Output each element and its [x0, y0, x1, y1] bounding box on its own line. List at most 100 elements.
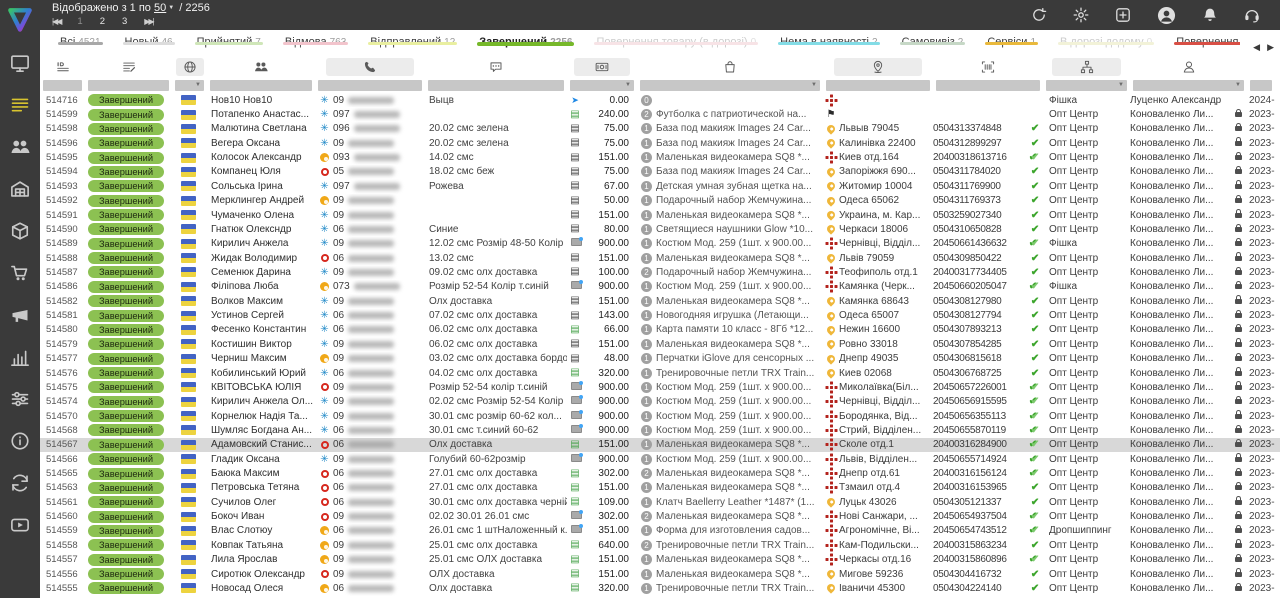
sidebar-item-orders[interactable]	[9, 98, 31, 116]
column-header-location[interactable]	[823, 56, 933, 78]
order-row[interactable]: 514581ЗавершенийУстинов Сергей✳0607.02 с…	[40, 308, 1280, 322]
filter-input-comment[interactable]	[428, 80, 564, 91]
sidebar-item-statistics[interactable]	[9, 350, 31, 368]
sidebar-item-partners[interactable]	[9, 476, 31, 494]
order-row[interactable]: 514580ЗавершенийФесенко Константин✳0606.…	[40, 323, 1280, 337]
order-row[interactable]: 514716ЗавершенийНов10 Нов10✳09Выцв➤0.000…	[40, 93, 1280, 107]
sidebar-item-clients[interactable]	[9, 140, 31, 158]
tab-11[interactable]: В дорозі додому0	[1058, 30, 1154, 48]
tabs-scroll-right-icon[interactable]: ▶	[1267, 42, 1274, 52]
filter-input-country[interactable]: ▼	[175, 80, 204, 91]
tab-10[interactable]: Сервіси1	[985, 30, 1038, 48]
account-icon[interactable]	[1157, 6, 1176, 25]
page-button-3[interactable]: 3	[122, 16, 127, 27]
column-header-client[interactable]	[207, 56, 315, 78]
order-row[interactable]: 514558ЗавершенийКовпак Татьяна0925.01 см…	[40, 538, 1280, 552]
order-row[interactable]: 514592ЗавершенийМерклингер Андрей09▤50.0…	[40, 194, 1280, 208]
order-row[interactable]: 514574ЗавершенийКирилич Анжела Ол...✳090…	[40, 395, 1280, 409]
order-row[interactable]: 514560ЗавершенийБокоч Иван0902.02 30.01 …	[40, 509, 1280, 523]
filter-input-date[interactable]	[1250, 80, 1272, 91]
add-icon[interactable]	[1115, 7, 1131, 23]
order-row[interactable]: 514559ЗавершенийВлас Слотюу0626.01 смс 1…	[40, 524, 1280, 538]
filter-input-status[interactable]	[88, 80, 169, 91]
order-row[interactable]: 514591ЗавершенийЧумаченко Олена✳09▤151.0…	[40, 208, 1280, 222]
order-row[interactable]: 514599ЗавершенийПотапенко Анастас...✳097…	[40, 107, 1280, 121]
order-row[interactable]: 514593ЗавершенийСольська Ірина✳097Рожева…	[40, 179, 1280, 193]
column-header-country[interactable]	[172, 56, 207, 78]
tab-1[interactable]: Всі4521	[58, 30, 103, 48]
app-logo-icon[interactable]	[6, 5, 34, 38]
filter-input-id[interactable]	[43, 80, 82, 91]
first-page-icon[interactable]: |◀◀	[52, 17, 60, 26]
order-row[interactable]: 514555ЗавершенийНовосад Олеся06Олх доста…	[40, 581, 1280, 595]
tab-4[interactable]: Відмова763	[283, 30, 348, 48]
tab-3[interactable]: Прийнятий7	[195, 30, 263, 48]
filter-input-tracking[interactable]	[936, 80, 1040, 91]
order-row[interactable]: 514589ЗавершенийКирилич Анжела✳0912.02 с…	[40, 237, 1280, 251]
sidebar-item-marketing[interactable]	[9, 308, 31, 326]
order-row[interactable]: 514566ЗавершенийГладик Оксана✳09Голубий …	[40, 452, 1280, 466]
page-button-1[interactable]: 1	[77, 16, 82, 27]
chevron-down-icon[interactable]: ▼	[168, 5, 174, 11]
order-row[interactable]: 514568ЗавершенийШумляс Богдана Ан...✳063…	[40, 423, 1280, 437]
sidebar-item-warehouse[interactable]	[9, 182, 31, 200]
order-row[interactable]: 514586ЗавершенийФіліпова Люба073Розмір 5…	[40, 280, 1280, 294]
tab-5[interactable]: Відправлений12	[368, 30, 457, 48]
order-row[interactable]: 514557ЗавершенийЛила Ярослав0925.01 смс …	[40, 553, 1280, 567]
filter-input-affiliate[interactable]: ▼	[1046, 80, 1127, 91]
filter-input-product[interactable]: ▼	[640, 80, 820, 91]
sidebar-item-dashboard[interactable]	[9, 56, 31, 74]
order-row[interactable]: 514577ЗавершенийЧерниш Максим0903.02 смс…	[40, 351, 1280, 365]
order-row[interactable]: 514567ЗавершенийАдамовский Станис...06Ол…	[40, 438, 1280, 452]
tabs-scroll-left-icon[interactable]: ◀	[1253, 42, 1260, 52]
filter-input-location[interactable]	[826, 80, 930, 91]
column-header-affiliate[interactable]	[1043, 56, 1130, 78]
order-row[interactable]: 514579ЗавершенийКостишин Виктор✳0906.02 …	[40, 337, 1280, 351]
order-row[interactable]: 514588ЗавершенийЖидак Володимир0613.02 с…	[40, 251, 1280, 265]
order-row[interactable]: 514596ЗавершенийВегера Оксана✳0920.02 см…	[40, 136, 1280, 150]
tab-7[interactable]: Повернення товару (в дорозі)0	[594, 30, 758, 48]
tab-9[interactable]: Самовивіз2	[900, 30, 966, 48]
order-row[interactable]: 514582ЗавершенийВолков Максим✳09Олх дост…	[40, 294, 1280, 308]
filter-input-payment[interactable]: ▼	[570, 80, 634, 91]
order-row[interactable]: 514598ЗавершенийМалютина Светлана✳09620.…	[40, 122, 1280, 136]
sidebar-item-video[interactable]	[9, 518, 31, 536]
column-header-comment[interactable]	[425, 56, 567, 78]
refresh-icon[interactable]	[1031, 7, 1047, 23]
tab-6[interactable]: Завершений2256	[477, 30, 574, 48]
sidebar-item-dropshipping[interactable]	[9, 266, 31, 284]
order-row[interactable]: 514561ЗавершенийСучилов Олег0630.01 смс …	[40, 495, 1280, 509]
per-page-select[interactable]: 50	[154, 2, 166, 14]
order-row[interactable]: 514556ЗавершенийСиротюк Олександр09ОЛХ д…	[40, 567, 1280, 581]
settings-icon[interactable]	[1073, 7, 1089, 23]
notifications-icon[interactable]	[1202, 7, 1218, 23]
page-button-2[interactable]: 2	[100, 16, 105, 27]
order-row[interactable]: 514570ЗавершенийКорнелюк Надія Та...✳093…	[40, 409, 1280, 423]
order-row[interactable]: 514595ЗавершенийКолосок Александр09314.0…	[40, 150, 1280, 164]
order-row[interactable]: 514563ЗавершенийПетровська Тетяна0627.01…	[40, 481, 1280, 495]
order-row[interactable]: 514576ЗавершенийКобилинський Юрий✳0604.0…	[40, 366, 1280, 380]
phone-prefix: 06	[333, 224, 344, 235]
column-header-tracking[interactable]	[933, 56, 1043, 78]
order-row[interactable]: 514587ЗавершенийСеменюк Дарина✳0909.02 с…	[40, 265, 1280, 279]
sidebar-item-settings[interactable]	[9, 392, 31, 410]
tab-2[interactable]: Новый46	[123, 30, 175, 48]
filter-input-phone[interactable]	[318, 80, 422, 91]
filter-input-client[interactable]	[210, 80, 312, 91]
tab-8[interactable]: Нема в наявності2	[778, 30, 879, 48]
column-header-payment[interactable]	[567, 56, 637, 78]
order-row[interactable]: 514594ЗавершенийКомпанец Юля0518.02 смс …	[40, 165, 1280, 179]
column-header-product[interactable]	[637, 56, 823, 78]
column-header-status[interactable]	[85, 56, 172, 78]
sidebar-item-info[interactable]	[9, 434, 31, 452]
filter-input-manager[interactable]: ▼	[1133, 80, 1244, 91]
order-row[interactable]: 514575ЗавершенийКВІТОВСЬКА ЮЛІЯ09Розмір …	[40, 380, 1280, 394]
order-row[interactable]: 514590ЗавершенийГнатюк Олексндр✳06Синие▤…	[40, 222, 1280, 236]
column-header-phone[interactable]	[315, 56, 425, 78]
support-icon[interactable]	[1244, 7, 1260, 23]
last-page-icon[interactable]: ▶▶|	[144, 17, 152, 26]
sidebar-item-products[interactable]	[9, 224, 31, 242]
column-header-id[interactable]	[40, 56, 85, 78]
order-row[interactable]: 514565ЗавершенийБаюка Максим0627.01 смс …	[40, 466, 1280, 480]
column-header-manager[interactable]	[1130, 56, 1247, 78]
